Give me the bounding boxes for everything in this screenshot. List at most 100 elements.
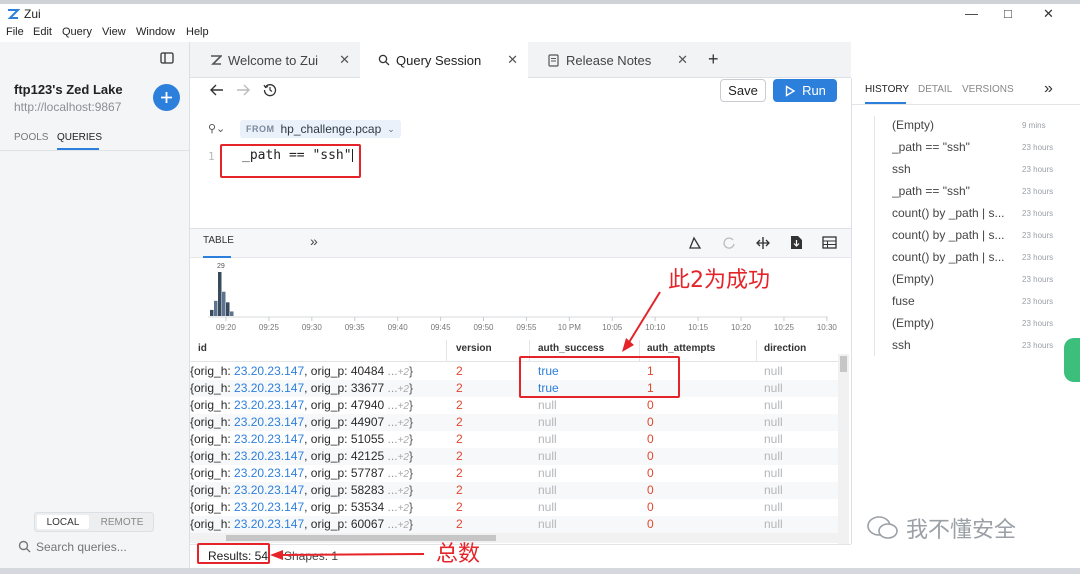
cell-version[interactable]: 2: [456, 381, 463, 395]
cell-id[interactable]: {orig_h: 23.20.23.147, orig_p: 47940 ...…: [190, 398, 413, 412]
history-item[interactable]: count() by _path | s...: [892, 250, 1012, 264]
cell-id[interactable]: {orig_h: 23.20.23.147, orig_p: 40484 ...…: [190, 364, 413, 378]
header-auth-attempts[interactable]: auth_attempts: [647, 343, 715, 354]
cell-version[interactable]: 2: [456, 364, 463, 378]
menu-window[interactable]: Window: [136, 26, 175, 38]
history-item[interactable]: ssh: [892, 162, 1012, 176]
cell-version[interactable]: 2: [456, 432, 463, 446]
history-item[interactable]: count() by _path | s...: [892, 228, 1012, 242]
search-queries-input[interactable]: [36, 539, 176, 555]
cell-direction[interactable]: null: [764, 449, 783, 463]
history-item[interactable]: (Empty): [892, 272, 1012, 286]
menu-edit[interactable]: Edit: [33, 26, 52, 38]
cell-auth-attempts[interactable]: 0: [647, 398, 654, 412]
tab-queries[interactable]: QUERIES: [57, 132, 102, 143]
cell-auth-attempts[interactable]: 0: [647, 432, 654, 446]
cell-id[interactable]: {orig_h: 23.20.23.147, orig_p: 58283 ...…: [190, 483, 413, 497]
menu-file[interactable]: File: [6, 26, 24, 38]
add-button[interactable]: [153, 84, 180, 111]
sidebar-toggle-icon[interactable]: [160, 52, 174, 64]
cell-auth-success[interactable]: null: [538, 483, 557, 497]
run-button[interactable]: Run: [773, 79, 837, 102]
cell-direction[interactable]: null: [764, 517, 783, 531]
cell-auth-success[interactable]: null: [538, 415, 557, 429]
cell-auth-attempts[interactable]: 0: [647, 449, 654, 463]
close-tab-icon[interactable]: ✕: [677, 52, 688, 68]
history-item[interactable]: (Empty): [892, 316, 1012, 330]
histogram-bar[interactable]: [222, 291, 226, 316]
pin-icon[interactable]: ⚲⌄: [208, 122, 225, 135]
cell-auth-attempts[interactable]: 0: [647, 517, 654, 531]
from-pool-selector[interactable]: FROM hp_challenge.pcap ⌄: [240, 120, 401, 138]
cell-direction[interactable]: null: [764, 381, 783, 395]
tab-query-session[interactable]: Query Session ✕: [360, 42, 528, 78]
header-auth-success[interactable]: auth_success: [538, 343, 604, 354]
cell-version[interactable]: 2: [456, 398, 463, 412]
cell-version[interactable]: 2: [456, 517, 463, 531]
close-tab-icon[interactable]: ✕: [507, 52, 518, 68]
history-item[interactable]: _path == "ssh": [892, 184, 1012, 198]
histogram-bar[interactable]: [226, 302, 230, 316]
table-row[interactable]: {orig_h: 23.20.23.147, orig_p: 60067 ...…: [190, 516, 841, 533]
cell-direction[interactable]: null: [764, 364, 783, 378]
cell-id[interactable]: {orig_h: 23.20.23.147, orig_p: 57787 ...…: [190, 466, 413, 480]
collapse-panel-icon[interactable]: »: [1044, 80, 1053, 98]
cell-direction[interactable]: null: [764, 432, 783, 446]
split-view-icon[interactable]: [756, 236, 770, 250]
cell-direction[interactable]: null: [764, 398, 783, 412]
tab-pools[interactable]: POOLS: [14, 132, 48, 143]
tab-table[interactable]: TABLE: [203, 235, 234, 246]
toggle-local[interactable]: LOCAL: [37, 515, 89, 529]
cell-direction[interactable]: null: [764, 500, 783, 514]
table-row[interactable]: {orig_h: 23.20.23.147, orig_p: 58283 ...…: [190, 482, 841, 499]
close-tab-icon[interactable]: ✕: [339, 52, 350, 68]
new-tab-button[interactable]: +: [708, 49, 719, 70]
table-row[interactable]: {orig_h: 23.20.23.147, orig_p: 47940 ...…: [190, 397, 841, 414]
table-row[interactable]: {orig_h: 23.20.23.147, orig_p: 51055 ...…: [190, 431, 841, 448]
histogram-bar[interactable]: [210, 309, 214, 316]
menu-view[interactable]: View: [102, 26, 126, 38]
table-row[interactable]: {orig_h: 23.20.23.147, orig_p: 40484 ...…: [190, 363, 841, 380]
refresh-icon[interactable]: [722, 236, 736, 250]
tab-versions[interactable]: VERSIONS: [962, 84, 1014, 95]
table-row[interactable]: {orig_h: 23.20.23.147, orig_p: 44907 ...…: [190, 414, 841, 431]
cell-direction[interactable]: null: [764, 483, 783, 497]
horizontal-scrollbar[interactable]: [190, 533, 841, 543]
back-arrow-icon[interactable]: [210, 84, 224, 96]
download-icon[interactable]: [790, 235, 803, 250]
table-row[interactable]: {orig_h: 23.20.23.147, orig_p: 42125 ...…: [190, 448, 841, 465]
forward-arrow-icon[interactable]: [236, 84, 250, 96]
menu-help[interactable]: Help: [186, 26, 209, 38]
export-icon[interactable]: [688, 236, 702, 250]
cell-auth-success[interactable]: null: [538, 500, 557, 514]
cell-id[interactable]: {orig_h: 23.20.23.147, orig_p: 51055 ...…: [190, 432, 413, 446]
cell-version[interactable]: 2: [456, 500, 463, 514]
cell-id[interactable]: {orig_h: 23.20.23.147, orig_p: 44907 ...…: [190, 415, 413, 429]
cell-version[interactable]: 2: [456, 415, 463, 429]
table-row[interactable]: {orig_h: 23.20.23.147, orig_p: 33677 ...…: [190, 380, 841, 397]
history-icon[interactable]: [263, 83, 277, 97]
toggle-remote[interactable]: REMOTE: [93, 515, 151, 529]
header-direction[interactable]: direction: [764, 343, 806, 354]
cell-id[interactable]: {orig_h: 23.20.23.147, orig_p: 33677 ...…: [190, 381, 413, 395]
tab-history[interactable]: HISTORY: [865, 84, 909, 95]
cell-direction[interactable]: null: [764, 466, 783, 480]
history-item[interactable]: fuse: [892, 294, 1012, 308]
tab-welcome[interactable]: Welcome to Zui ✕: [200, 42, 360, 78]
scrollbar-thumb[interactable]: [840, 356, 847, 372]
cell-id[interactable]: {orig_h: 23.20.23.147, orig_p: 53534 ...…: [190, 500, 413, 514]
cell-auth-attempts[interactable]: 0: [647, 500, 654, 514]
minimize-button[interactable]: —: [965, 6, 978, 21]
expand-icon[interactable]: »: [310, 233, 318, 249]
cell-auth-success[interactable]: null: [538, 449, 557, 463]
tab-release-notes[interactable]: Release Notes ✕: [530, 42, 698, 78]
cell-auth-success[interactable]: null: [538, 517, 557, 531]
histogram-bar[interactable]: [230, 311, 234, 316]
cell-auth-success[interactable]: null: [538, 398, 557, 412]
cell-version[interactable]: 2: [456, 466, 463, 480]
header-id[interactable]: id: [198, 343, 207, 354]
history-item[interactable]: count() by _path | s...: [892, 206, 1012, 220]
history-item[interactable]: ssh: [892, 338, 1012, 352]
cell-auth-attempts[interactable]: 0: [647, 466, 654, 480]
cell-auth-success[interactable]: null: [538, 466, 557, 480]
